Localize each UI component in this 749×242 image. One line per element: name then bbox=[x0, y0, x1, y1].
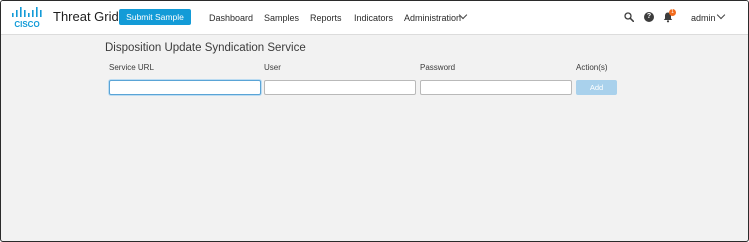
submit-sample-button[interactable]: Submit Sample bbox=[119, 9, 191, 25]
column-header-password: Password bbox=[420, 63, 456, 72]
user-menu[interactable]: admin bbox=[691, 12, 716, 24]
svg-text:CISCO: CISCO bbox=[14, 20, 39, 29]
column-header-actions: Action(s) bbox=[576, 63, 608, 72]
service-url-input[interactable] bbox=[109, 80, 261, 95]
nav-indicators[interactable]: Indicators bbox=[354, 12, 393, 24]
add-button[interactable]: Add bbox=[576, 80, 617, 95]
nav-dashboard[interactable]: Dashboard bbox=[209, 12, 253, 24]
user-chevron-down-icon[interactable] bbox=[716, 10, 726, 20]
product-name: Threat Grid bbox=[53, 9, 119, 24]
column-header-service-url: Service URL bbox=[109, 63, 154, 72]
page-title: Disposition Update Syndication Service bbox=[105, 42, 306, 54]
nav-reports[interactable]: Reports bbox=[310, 12, 342, 24]
notification-badge: 1 bbox=[669, 9, 676, 16]
top-nav-bar: CISCO Threat Grid Submit Sample Dashboar… bbox=[1, 1, 748, 35]
app-window: CISCO Threat Grid Submit Sample Dashboar… bbox=[0, 0, 749, 242]
cisco-logo[interactable]: CISCO bbox=[11, 7, 45, 29]
user-input[interactable] bbox=[264, 80, 416, 95]
password-input[interactable] bbox=[420, 80, 572, 95]
nav-samples[interactable]: Samples bbox=[264, 12, 299, 24]
nav-administration[interactable]: Administration bbox=[404, 12, 461, 24]
search-icon[interactable] bbox=[624, 12, 634, 22]
help-icon[interactable]: ? bbox=[644, 12, 654, 22]
column-header-user: User bbox=[264, 63, 281, 72]
